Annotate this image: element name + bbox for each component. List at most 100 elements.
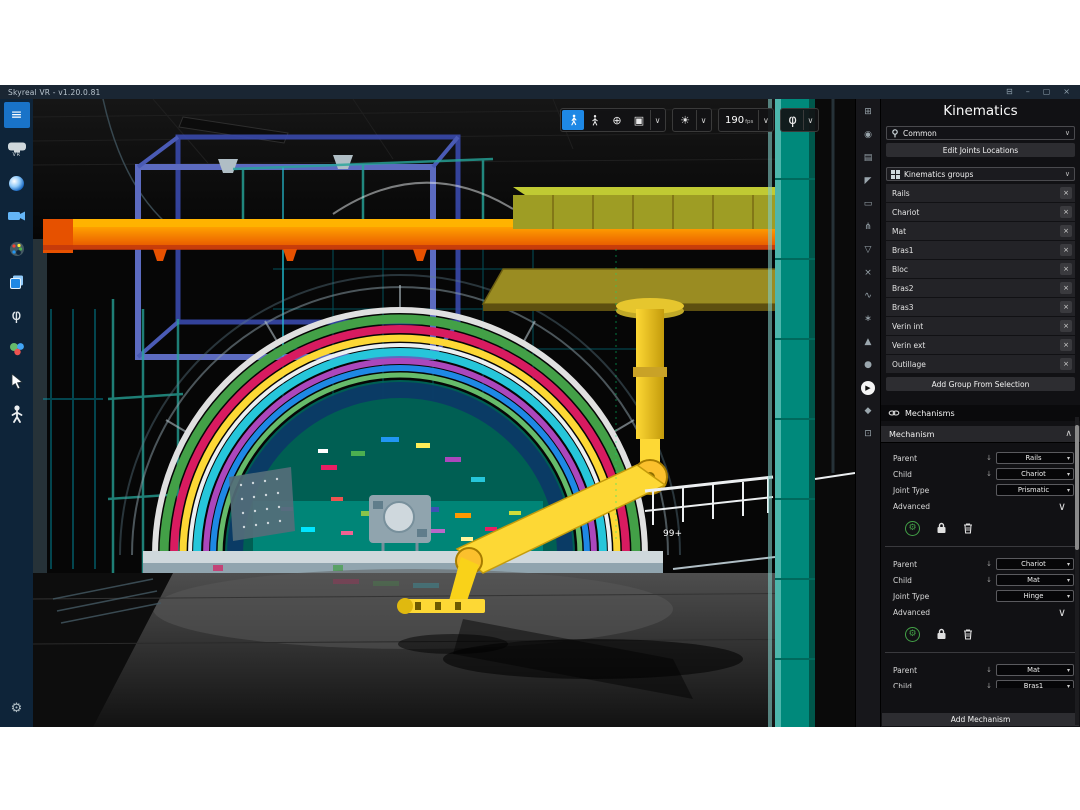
stand-mode-button[interactable]	[584, 110, 606, 130]
menu-icon[interactable]: ≡	[4, 102, 30, 128]
child-select[interactable]: Mat▾	[996, 574, 1074, 586]
palette-icon[interactable]	[5, 238, 29, 260]
configure-joint-button[interactable]: ⚙	[905, 627, 920, 642]
collapse-chevron-icon[interactable]: ∧	[1065, 429, 1072, 439]
strip-hierarchy-icon[interactable]: ⋔	[861, 220, 875, 234]
advanced-toggle[interactable]: Advanced∨	[887, 605, 1074, 620]
material-sphere-icon[interactable]	[5, 172, 29, 194]
remove-group-button[interactable]: ×	[1060, 263, 1072, 275]
parent-select[interactable]: Rails▾	[996, 452, 1074, 464]
remove-group-button[interactable]: ×	[1060, 225, 1072, 237]
titlebar[interactable]: Skyreal VR - v1.20.0.81 ⊟ – ▢ ×	[0, 85, 1080, 99]
edit-joints-button[interactable]: Edit Joints Locations	[886, 143, 1075, 157]
brightness-chevron-icon[interactable]: ∨	[696, 110, 710, 130]
viewport-3d[interactable]: ⊕ ▣ ∨ ☀ ∨ 190 fps ∨ φ ∨	[33, 99, 855, 727]
camera-icon[interactable]	[5, 205, 29, 227]
strip-terrain-icon[interactable]: ▲	[861, 335, 875, 349]
remove-group-button[interactable]: ×	[1060, 339, 1072, 351]
group-row[interactable]: Chariot×	[886, 203, 1075, 221]
lock-icon[interactable]	[936, 628, 947, 640]
configure-joint-button[interactable]: ⚙	[905, 521, 920, 536]
chain-link-icon	[888, 409, 900, 417]
brightness-sun-icon[interactable]: ☀	[674, 110, 696, 130]
group-row[interactable]: Rails×	[886, 184, 1075, 202]
select-arrow-icon: ▾	[1067, 683, 1070, 689]
strip-filter-icon[interactable]: ▽	[861, 243, 875, 257]
delete-mechanism-icon[interactable]	[963, 522, 973, 534]
settings-gear-icon[interactable]: ⚙	[5, 697, 29, 719]
strip-cut-icon[interactable]: ×	[861, 266, 875, 280]
parent-select[interactable]: Chariot▾	[996, 558, 1074, 570]
strip-avatars-icon[interactable]: ◉	[861, 128, 875, 142]
remove-group-button[interactable]: ×	[1060, 244, 1072, 256]
window-maximize-button[interactable]: ▢	[1043, 85, 1051, 99]
strip-walker-icon[interactable]: ◆	[861, 404, 875, 418]
add-mechanism-button[interactable]: Add Mechanism	[882, 713, 1079, 726]
pick-child-icon[interactable]: ↓	[986, 470, 992, 478]
group-row[interactable]: Bloc×	[886, 260, 1075, 278]
strip-capture-icon[interactable]: ⊡	[861, 427, 875, 441]
walk-mode-button[interactable]	[562, 110, 584, 130]
remove-group-button[interactable]: ×	[1060, 358, 1072, 370]
select-arrow-icon: ▾	[1067, 667, 1070, 674]
remove-group-button[interactable]: ×	[1060, 320, 1072, 332]
phi-tools-icon[interactable]: φ	[5, 304, 29, 326]
brightness-group: ☀ ∨	[672, 108, 712, 132]
physics-spheres-icon[interactable]	[5, 337, 29, 359]
group-row[interactable]: Verin int×	[886, 317, 1075, 335]
avatar-icon[interactable]	[5, 403, 29, 425]
joint-type-select[interactable]: Prismatic▾	[996, 484, 1074, 496]
panel-scrollbar[interactable]	[1075, 417, 1079, 725]
strip-wave-icon[interactable]: ∿	[861, 289, 875, 303]
phi-tool-icon[interactable]: φ	[782, 113, 803, 128]
vr-mode-icon[interactable]: VR	[5, 139, 29, 161]
parent-select[interactable]: Mat▾	[996, 664, 1074, 676]
group-row[interactable]: Verin ext×	[886, 336, 1075, 354]
groups-select-value: Kinematics groups	[904, 170, 973, 179]
joint-type-select[interactable]: Hinge▾	[996, 590, 1074, 602]
strip-play-icon[interactable]: ▶	[861, 381, 875, 395]
window-minimize-button[interactable]: –	[1026, 85, 1030, 99]
group-row[interactable]: Outillage×	[886, 355, 1075, 373]
pick-child-icon[interactable]: ↓	[986, 576, 992, 584]
mechanism-section-header[interactable]: Mechanism ∧	[881, 426, 1080, 443]
pick-parent-icon[interactable]: ↓	[986, 454, 992, 462]
child-select[interactable]: Chariot▾	[996, 468, 1074, 480]
delete-mechanism-icon[interactable]	[963, 628, 973, 640]
left-toolbar: ≡ VR φ ⚙	[0, 99, 33, 727]
layers-icon[interactable]	[5, 271, 29, 293]
pick-parent-icon[interactable]: ↓	[986, 666, 992, 674]
kinematics-groups-select[interactable]: Kinematics groups ∨	[886, 167, 1075, 181]
fps-chevron-icon[interactable]: ∨	[758, 110, 772, 130]
remove-group-button[interactable]: ×	[1060, 282, 1072, 294]
pick-parent-icon[interactable]: ↓	[986, 560, 992, 568]
strip-clipboard-icon[interactable]: ▤	[861, 151, 875, 165]
group-row[interactable]: Mat×	[886, 222, 1075, 240]
window-close-button[interactable]: ×	[1063, 85, 1070, 99]
nav-tools-chevron-icon[interactable]: ∨	[650, 110, 664, 130]
phi-chevron-icon[interactable]: ∨	[803, 110, 817, 130]
frame-view-button[interactable]: ▣	[628, 110, 650, 130]
lock-icon[interactable]	[936, 522, 947, 534]
fps-value: 190	[725, 115, 744, 126]
select-cursor-icon[interactable]	[5, 370, 29, 392]
advanced-toggle[interactable]: Advanced∨	[887, 499, 1074, 514]
strip-sphere-icon[interactable]: ●	[861, 358, 875, 372]
child-select[interactable]: Bras1▾	[996, 680, 1074, 688]
strip-grid-icon[interactable]: ⊞	[861, 105, 875, 119]
group-row[interactable]: Bras3×	[886, 298, 1075, 316]
strip-spark-icon[interactable]: ∗	[861, 312, 875, 326]
scrollbar-thumb[interactable]	[1075, 425, 1079, 550]
add-group-button[interactable]: Add Group From Selection	[886, 377, 1075, 391]
window-pin-button[interactable]: ⊟	[1006, 85, 1013, 99]
group-row[interactable]: Bras2×	[886, 279, 1075, 297]
target-button[interactable]: ⊕	[606, 110, 628, 130]
remove-group-button[interactable]: ×	[1060, 301, 1072, 313]
common-select[interactable]: Common ∨	[886, 126, 1075, 140]
strip-pointer-icon[interactable]: ◤	[861, 174, 875, 188]
strip-marquee-icon[interactable]: ▭	[861, 197, 875, 211]
remove-group-button[interactable]: ×	[1060, 187, 1072, 199]
pick-child-icon[interactable]: ↓	[986, 682, 992, 688]
group-row[interactable]: Bras1×	[886, 241, 1075, 259]
remove-group-button[interactable]: ×	[1060, 206, 1072, 218]
